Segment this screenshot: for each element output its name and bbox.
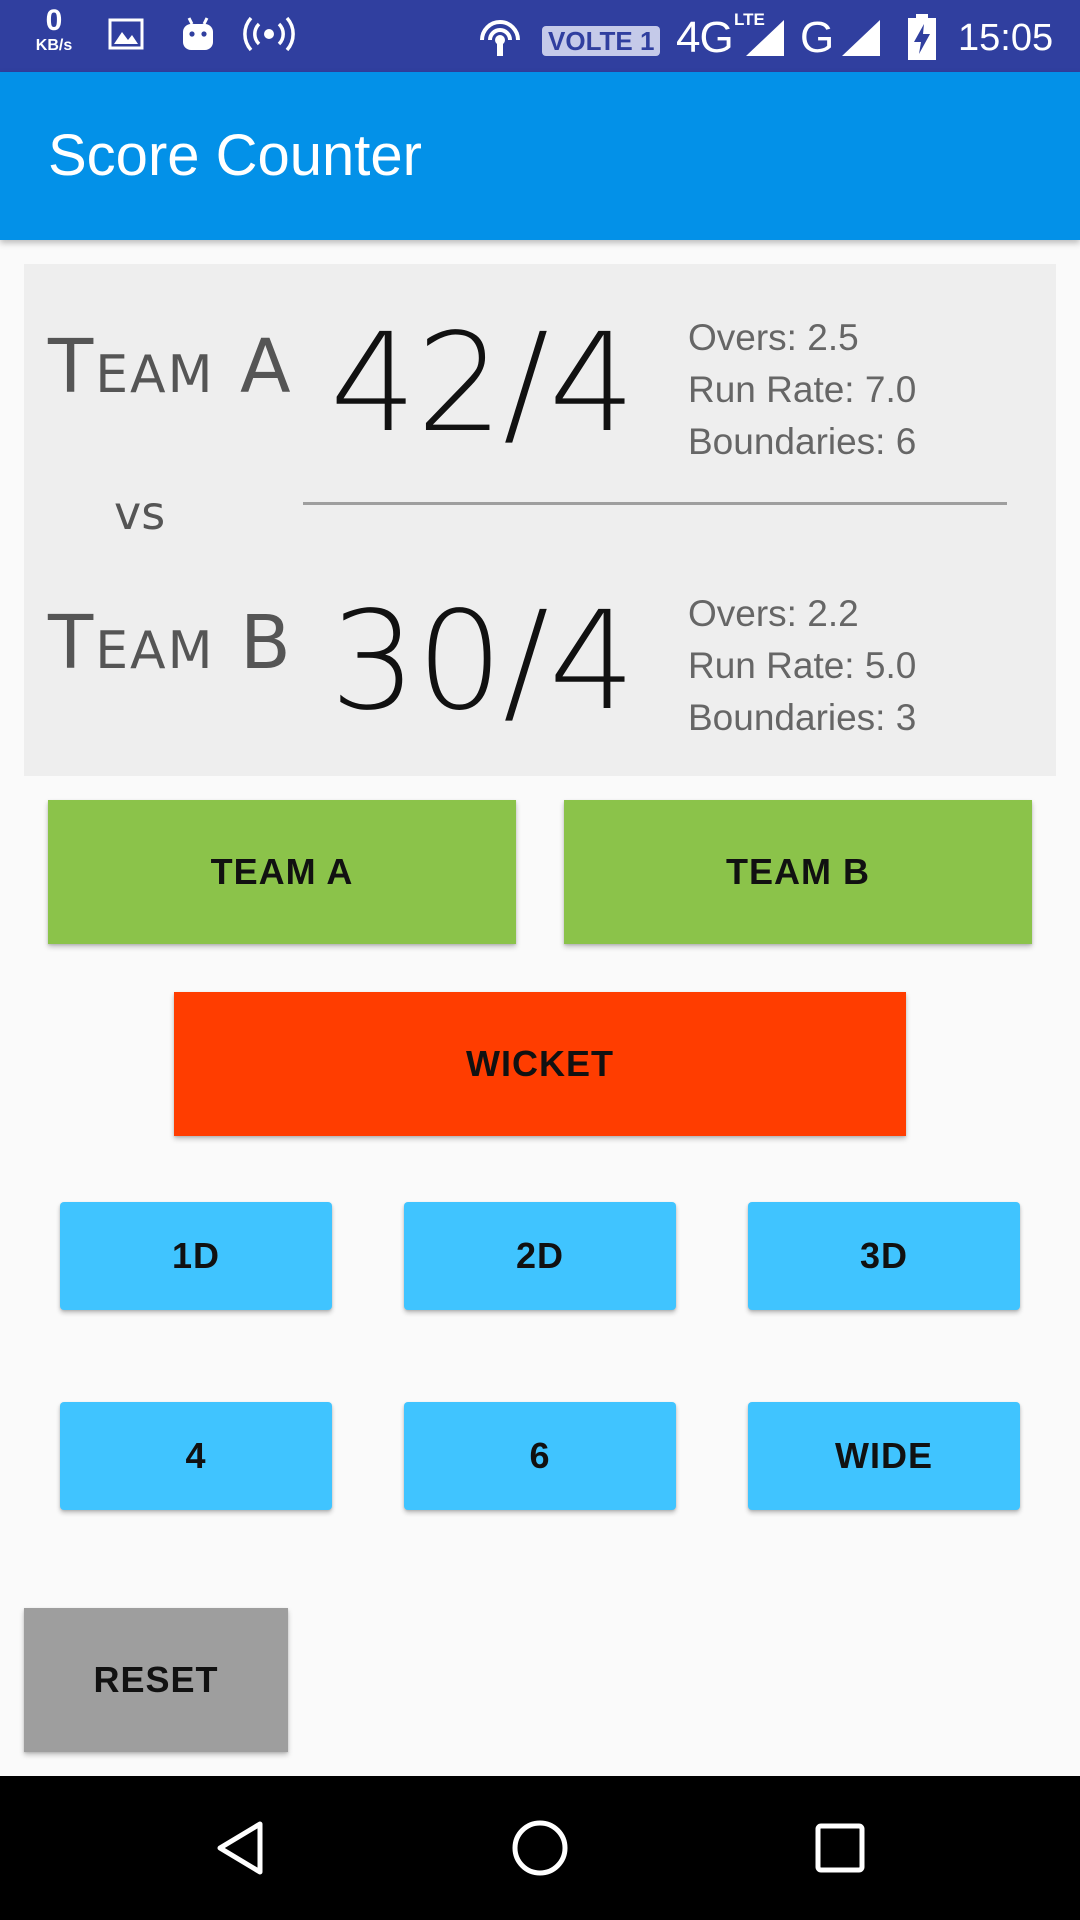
- gallery-icon: [108, 18, 144, 50]
- app-title: Score Counter: [48, 123, 422, 188]
- clock: 15:05: [958, 17, 1054, 59]
- team-a-name: Team A: [48, 324, 293, 410]
- team-b-button[interactable]: TEAM B: [564, 800, 1032, 944]
- team-b-score: 30/4: [330, 583, 636, 741]
- four-button[interactable]: 4: [60, 1402, 332, 1510]
- navigation-bar: [0, 1776, 1080, 1920]
- run-3d-button[interactable]: 3D: [748, 1202, 1020, 1310]
- back-icon[interactable]: [210, 1816, 274, 1880]
- team-b-stats: Overs: 2.2 Run Rate: 5.0 Boundaries: 3: [688, 588, 916, 744]
- hotspot-icon: [243, 16, 295, 52]
- team-b-run-rate: Run Rate: 5.0: [688, 645, 917, 686]
- signal-icon: [746, 20, 784, 56]
- battery-charging-icon: [908, 14, 936, 60]
- data-rate-value: 0: [45, 4, 63, 37]
- wifi-calling-icon: [480, 20, 520, 56]
- reset-button[interactable]: RESET: [24, 1608, 288, 1752]
- six-button[interactable]: 6: [404, 1402, 676, 1510]
- score-divider: [303, 502, 1007, 505]
- home-icon[interactable]: [508, 1816, 572, 1880]
- team-a-stats: Overs: 2.5 Run Rate: 7.0 Boundaries: 6: [688, 312, 916, 468]
- app-bar: Score Counter: [0, 72, 1080, 240]
- volte-badge: VOLTE 1: [542, 26, 661, 56]
- network-type-g: G: [800, 13, 835, 62]
- wicket-button[interactable]: WICKET: [174, 992, 906, 1136]
- run-1d-button[interactable]: 1D: [60, 1202, 332, 1310]
- wide-button[interactable]: WIDE: [748, 1402, 1020, 1510]
- team-b-boundaries: Boundaries: 3: [688, 697, 917, 738]
- vs-label: vs: [114, 486, 166, 540]
- team-a-boundaries: Boundaries: 6: [688, 421, 917, 462]
- signal-icon-secondary: [842, 20, 880, 56]
- team-a-button[interactable]: TEAM A: [48, 800, 516, 944]
- team-b-overs: Overs: 2.2: [688, 593, 859, 634]
- network-type-4g: 4G: [676, 13, 734, 62]
- team-a-overs: Overs: 2.5: [688, 317, 859, 358]
- data-rate-unit: KB/s: [35, 37, 73, 54]
- team-a-run-rate: Run Rate: 7.0: [688, 369, 917, 410]
- status-bar: 0 KB/s VOLTE 1 4G LTE G 15:05: [0, 0, 1080, 72]
- recents-icon[interactable]: [808, 1816, 872, 1880]
- team-b-name: Team B: [48, 600, 293, 686]
- android-icon: [183, 17, 213, 50]
- run-2d-button[interactable]: 2D: [404, 1202, 676, 1310]
- scoreboard-card: Team A 42/4 Overs: 2.5 Run Rate: 7.0 Bou…: [24, 264, 1056, 776]
- screen: 0 KB/s VOLTE 1 4G LTE G 15:05 Score Coun…: [0, 0, 1080, 1920]
- data-rate-indicator: 0 KB/s: [26, 6, 82, 54]
- team-a-score: 42/4: [330, 305, 636, 463]
